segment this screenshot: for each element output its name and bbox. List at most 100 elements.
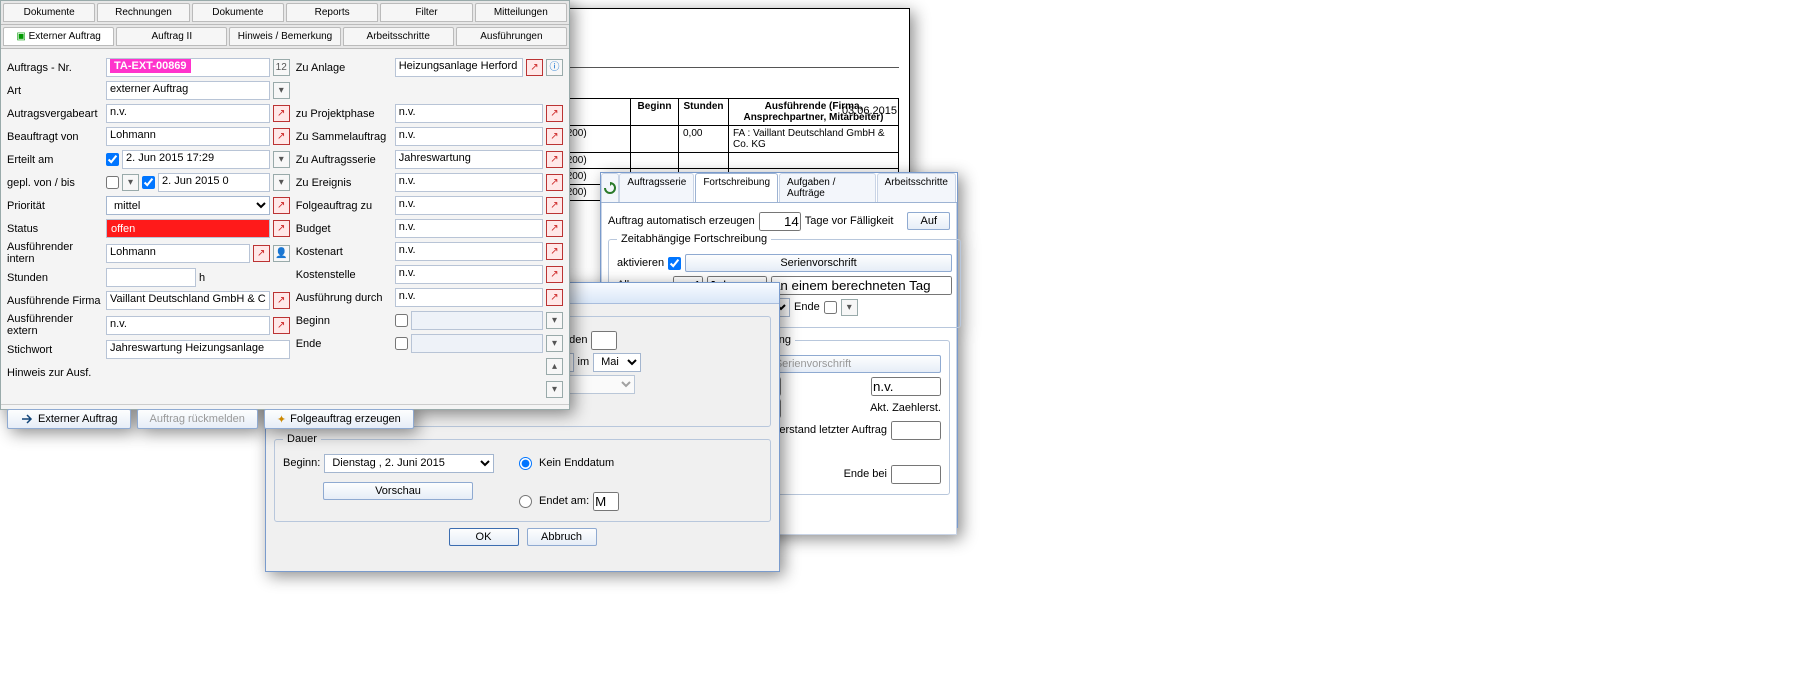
ai-user-icon[interactable]: 👤 <box>273 245 290 262</box>
val-prio[interactable]: mittel <box>106 196 270 215</box>
val-ka[interactable]: n.v. <box>395 242 543 261</box>
val-bv[interactable]: Lohmann <box>106 127 270 146</box>
tab-arbeitsschritte[interactable]: Arbeitsschritte <box>343 27 454 46</box>
beginn-date-select[interactable]: Dienstag , 2. Juni 2015 <box>324 454 494 473</box>
val-zpp[interactable]: n.v. <box>395 104 543 123</box>
val-af[interactable]: Vaillant Deutschland GmbH & C <box>106 291 270 310</box>
vorschau-button[interactable]: Vorschau <box>323 482 473 500</box>
lbl-status: Status <box>7 223 103 235</box>
tab-aufgaben[interactable]: Aufgaben / Aufträge <box>779 173 876 202</box>
serienvorschrift-button[interactable]: Serienvorschrift <box>685 254 952 272</box>
table-cell <box>729 153 899 169</box>
tab-externer-auftrag[interactable]: ▣ Externer Auftrag <box>3 27 114 46</box>
za-link-icon[interactable]: ↗ <box>526 59 543 76</box>
ext-auftrag-button[interactable]: Externer Auftrag <box>7 409 131 429</box>
val-art[interactable]: externer Auftrag <box>106 81 270 100</box>
aktivieren-checkbox[interactable] <box>668 257 681 270</box>
ks-link-icon[interactable]: ↗ <box>546 266 563 283</box>
aktivieren-label: aktivieren <box>617 257 664 269</box>
tab-mitteilungen[interactable]: Mitteilungen <box>475 3 567 22</box>
ende-checkbox[interactable] <box>824 301 837 314</box>
ae-link-icon[interactable]: ↗ <box>273 317 290 334</box>
prio-link-icon[interactable]: ↗ <box>273 197 290 214</box>
val-ai[interactable]: Lohmann <box>106 244 250 263</box>
tab-auftrag-ii[interactable]: Auftrag II <box>116 27 227 46</box>
fz-link-icon[interactable]: ↗ <box>546 197 563 214</box>
report-date: 03.06.2015 <box>842 105 897 117</box>
en-chk[interactable] <box>395 337 408 350</box>
radio-endet-am[interactable] <box>519 495 532 508</box>
gvb-cal1-icon[interactable]: ▾ <box>122 174 139 191</box>
tab-auftragsserie[interactable]: Auftragsserie <box>619 173 694 202</box>
art-dropdown-icon[interactable]: ▾ <box>273 82 290 99</box>
val-en[interactable] <box>411 334 543 353</box>
scroll-down-icon[interactable]: ▾ <box>546 381 563 398</box>
val-za[interactable]: Heizungsanlage Herford <box>395 58 523 77</box>
val-bud[interactable]: n.v. <box>395 219 543 238</box>
bud-link-icon[interactable]: ↗ <box>546 220 563 237</box>
ze-link-icon[interactable]: ↗ <box>546 174 563 191</box>
erteilt-checkbox[interactable] <box>106 153 119 166</box>
val-be[interactable] <box>411 311 543 330</box>
val-avg[interactable]: n.v. <box>106 104 270 123</box>
ai-link-icon[interactable]: ↗ <box>253 245 270 262</box>
val-ae[interactable]: n.v. <box>106 316 270 335</box>
tab-reports[interactable]: Reports <box>286 3 378 22</box>
tab-rechnungen[interactable]: Rechnungen <box>97 3 189 22</box>
val-ks[interactable]: n.v. <box>395 265 543 284</box>
za-info-icon[interactable]: ⓘ <box>546 59 563 76</box>
lbl-zas: Zu Auftragsserie <box>296 154 392 166</box>
tab-ausf-hrungen[interactable]: Ausführungen <box>456 27 567 46</box>
val-ad[interactable]: n.v. <box>395 288 543 307</box>
zsa-link-icon[interactable]: ↗ <box>546 128 563 145</box>
lbl-avg: Autragsvergabeart <box>7 108 103 120</box>
ok-button[interactable]: OK <box>449 528 519 546</box>
ad-link-icon[interactable]: ↗ <box>546 289 563 306</box>
folgeauftrag-button[interactable]: ✦ Folgeauftrag erzeugen <box>264 409 414 429</box>
erteilt-cal-icon[interactable]: ▾ <box>273 151 290 168</box>
bv-link-icon[interactable]: ↗ <box>273 128 290 145</box>
val-status[interactable]: offen <box>106 219 270 238</box>
endet-am-input[interactable] <box>593 492 619 511</box>
lbl-std: Stunden <box>7 272 103 284</box>
be-cal-icon[interactable]: ▾ <box>546 312 563 329</box>
val-erteilt[interactable]: 2. Jun 2015 17:29 <box>122 150 270 169</box>
val-auftragsnr[interactable]: TA-EXT-00869 <box>106 58 270 77</box>
tab-dokumente[interactable]: Dokumente <box>3 3 95 22</box>
val-sw[interactable]: Jahreswartung Heizungsanlage <box>106 340 290 359</box>
abbruch-button[interactable]: Abbruch <box>527 528 597 546</box>
tab-hinweis-bemerkung[interactable]: Hinweis / Bemerkung <box>229 27 340 46</box>
counter-icon[interactable]: 12 <box>273 59 290 76</box>
tab-filter[interactable]: Filter <box>380 3 472 22</box>
am2-month[interactable]: Mai <box>593 353 641 372</box>
val-std[interactable] <box>106 268 196 287</box>
ka-link-icon[interactable]: ↗ <box>546 243 563 260</box>
gvb-chk2[interactable] <box>142 176 155 189</box>
radio-kein-end[interactable] <box>519 457 532 470</box>
gvb-chk1[interactable] <box>106 176 119 189</box>
auto-days-input[interactable] <box>759 212 801 231</box>
gvb-cal2-icon[interactable]: ▾ <box>273 174 290 191</box>
tab-arbeitsschritte[interactable]: Arbeitsschritte <box>877 173 956 202</box>
val-gvb[interactable]: 2. Jun 2015 0 <box>158 173 270 192</box>
ende-dropdown-icon[interactable]: ▾ <box>841 299 858 316</box>
tab-fortschreibung[interactable]: Fortschreibung <box>695 173 778 202</box>
zas-link-icon[interactable]: ↗ <box>546 151 563 168</box>
scroll-up-icon[interactable]: ▴ <box>546 358 563 375</box>
eb-label: Ende bei <box>844 468 887 480</box>
lbl-prio: Priorität <box>7 200 103 212</box>
en-cal-icon[interactable]: ▾ <box>546 335 563 352</box>
auto-button[interactable]: Auf <box>907 212 950 230</box>
val-fz[interactable]: n.v. <box>395 196 543 215</box>
val-ze[interactable]: n.v. <box>395 173 543 192</box>
tab-dokumente[interactable]: Dokumente <box>192 3 284 22</box>
refresh-icon[interactable] <box>601 173 619 202</box>
externer-auftrag-window: DokumenteRechnungenDokumenteReportsFilte… <box>0 0 570 410</box>
val-zsa[interactable]: n.v. <box>395 127 543 146</box>
zpp-link-icon[interactable]: ↗ <box>546 105 563 122</box>
status-link-icon[interactable]: ↗ <box>273 220 290 237</box>
af-link-icon[interactable]: ↗ <box>273 292 290 309</box>
avg-link-icon[interactable]: ↗ <box>273 105 290 122</box>
val-zas[interactable]: Jahreswartung <box>395 150 543 169</box>
be-chk[interactable] <box>395 314 408 327</box>
